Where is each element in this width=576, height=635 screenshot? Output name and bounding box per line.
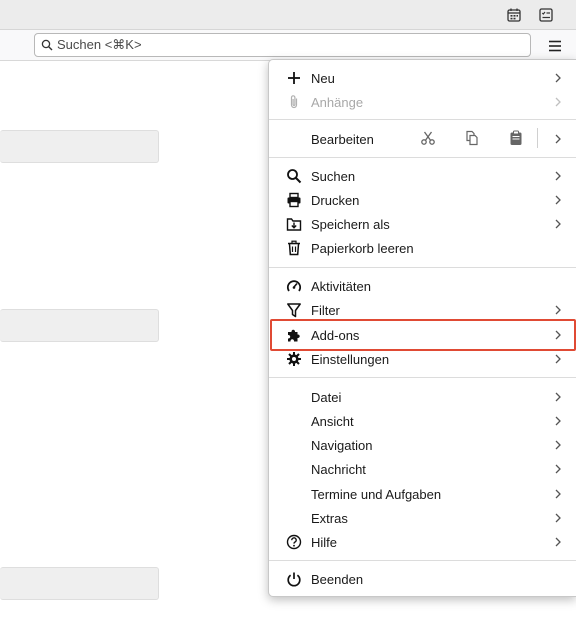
calendar-icon[interactable] bbox=[505, 6, 523, 24]
chevron-right-icon[interactable] bbox=[553, 131, 563, 147]
menu-item-label: Aktivitäten bbox=[311, 279, 371, 294]
menu-separator bbox=[269, 157, 576, 158]
trash-icon bbox=[286, 240, 302, 256]
cut-button[interactable] bbox=[417, 125, 439, 151]
chevron-right-icon bbox=[553, 413, 563, 429]
menu-item-label: Ansicht bbox=[311, 414, 354, 429]
chevron-right-icon bbox=[553, 486, 563, 502]
chevron-right-icon bbox=[553, 70, 563, 86]
paste-button[interactable] bbox=[505, 125, 527, 151]
menu-item-extras[interactable]: Extras bbox=[269, 506, 576, 530]
menu-item-einstellungen[interactable]: Einstellungen bbox=[269, 347, 576, 371]
menu-item-anhaenge: Anhänge bbox=[269, 90, 576, 114]
chevron-right-icon bbox=[553, 94, 563, 110]
menu-item-label: Hilfe bbox=[311, 535, 338, 550]
power-icon bbox=[286, 571, 302, 587]
copy-button[interactable] bbox=[461, 125, 483, 151]
save-icon bbox=[286, 216, 302, 232]
chevron-right-icon bbox=[553, 351, 563, 367]
menu-item-label: Nachricht bbox=[311, 462, 366, 477]
menu-item-label: Papierkorb leeren bbox=[311, 241, 414, 256]
chevron-right-icon bbox=[553, 327, 563, 343]
menu-separator bbox=[269, 377, 576, 378]
background-field bbox=[0, 130, 159, 163]
cut-icon bbox=[421, 131, 435, 145]
menu-item-papierkorb-leeren[interactable]: Papierkorb leeren bbox=[269, 236, 576, 260]
activity-gauge-icon bbox=[286, 278, 302, 294]
menu-item-ansicht[interactable]: Ansicht bbox=[269, 409, 576, 433]
menu-item-aktivitaeten[interactable]: Aktivitäten bbox=[269, 274, 576, 298]
app-menu-button[interactable] bbox=[546, 37, 564, 55]
toolbar-divider bbox=[537, 128, 538, 148]
chevron-right-icon bbox=[553, 389, 563, 405]
chevron-right-icon bbox=[553, 510, 563, 526]
toolbar: Suchen <⌘K> bbox=[0, 30, 576, 61]
gear-icon bbox=[286, 351, 302, 367]
search-field[interactable]: Suchen <⌘K> bbox=[34, 33, 531, 57]
menu-item-label: Termine und Aufgaben bbox=[311, 487, 442, 502]
background-field bbox=[0, 567, 159, 600]
menu-item-label: Datei bbox=[311, 390, 342, 405]
menu-separator bbox=[269, 560, 576, 561]
menu-item-label: Drucken bbox=[311, 193, 360, 208]
chevron-right-icon bbox=[553, 302, 563, 318]
menu-item-label: Einstellungen bbox=[311, 352, 390, 367]
chevron-right-icon bbox=[553, 461, 563, 477]
paperclip-icon bbox=[286, 94, 302, 110]
menu-item-label: Filter bbox=[311, 303, 340, 318]
help-icon bbox=[286, 534, 302, 550]
chevron-right-icon bbox=[553, 437, 563, 453]
chevron-right-icon bbox=[553, 192, 563, 208]
menu-item-datei[interactable]: Datei bbox=[269, 385, 576, 409]
menu-item-label: Suchen bbox=[311, 169, 356, 184]
menu-item-label: Navigation bbox=[311, 438, 373, 453]
menu-item-label: Add-ons bbox=[311, 328, 360, 343]
filter-icon bbox=[286, 302, 302, 318]
menu-item-drucken[interactable]: Drucken bbox=[269, 188, 576, 212]
title-bar bbox=[0, 0, 576, 30]
menu-item-speichern-als[interactable]: Speichern als bbox=[269, 212, 576, 236]
menu-item-nachricht[interactable]: Nachricht bbox=[269, 457, 576, 481]
menu-item-label: Neu bbox=[311, 71, 335, 86]
menu-item-neu[interactable]: Neu bbox=[269, 66, 576, 90]
menu-item-hilfe[interactable]: Hilfe bbox=[269, 530, 576, 554]
copy-icon bbox=[466, 130, 478, 146]
menu-item-label: Bearbeiten bbox=[311, 132, 374, 147]
menu-item-navigation[interactable]: Navigation bbox=[269, 433, 576, 457]
menu-item-filter[interactable]: Filter bbox=[269, 298, 576, 322]
search-icon bbox=[286, 168, 302, 184]
menu-item-label: Beenden bbox=[311, 572, 364, 587]
tasks-icon[interactable] bbox=[537, 6, 555, 24]
chevron-right-icon bbox=[553, 168, 563, 184]
menu-item-label: Speichern als bbox=[311, 217, 390, 232]
search-icon bbox=[41, 39, 53, 51]
menu-item-beenden[interactable]: Beenden bbox=[269, 567, 576, 591]
search-input[interactable]: Suchen <⌘K> bbox=[57, 37, 142, 53]
chevron-right-icon bbox=[553, 216, 563, 232]
printer-icon bbox=[286, 192, 302, 208]
menu-item-label: Anhänge bbox=[311, 95, 364, 110]
background-field bbox=[0, 309, 159, 342]
menu-separator bbox=[269, 119, 576, 120]
menu-item-suchen[interactable]: Suchen bbox=[269, 164, 576, 188]
menu-item-label: Extras bbox=[311, 511, 348, 526]
chevron-right-icon bbox=[553, 534, 563, 550]
paste-icon bbox=[510, 130, 522, 145]
menu-item-add-ons[interactable]: Add-ons bbox=[269, 323, 576, 347]
menu-item-termine-und-aufgaben[interactable]: Termine und Aufgaben bbox=[269, 482, 576, 506]
hamburger-icon bbox=[549, 40, 561, 52]
puzzle-icon bbox=[286, 327, 302, 343]
menu-separator bbox=[269, 267, 576, 268]
plus-icon bbox=[286, 70, 302, 86]
